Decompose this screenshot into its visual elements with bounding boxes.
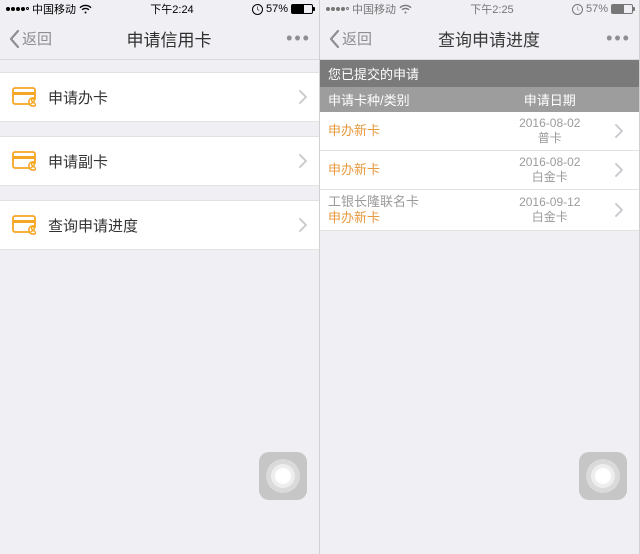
chevron-right-icon [615, 203, 639, 217]
rotation-lock-icon [572, 4, 583, 15]
section-header: 您已提交的申请 [320, 60, 639, 87]
status-bar: 中国移动 下午2:25 57% [320, 0, 639, 18]
back-button[interactable]: 返回 [8, 28, 52, 49]
application-card-class: 白金卡 [485, 170, 615, 185]
application-type: 申办新卡 [328, 123, 485, 139]
status-time: 下午2:24 [150, 1, 193, 17]
screen-apply-card: 中国移动 下午2:24 57% 返回 申请信用卡 ••• [0, 0, 320, 554]
menu-item-query-progress[interactable]: 查询申请进度 [0, 200, 319, 250]
more-button[interactable]: ••• [606, 28, 631, 49]
application-type: 申办新卡 [328, 210, 485, 226]
table-header-type: 申请卡种/类别 [320, 90, 485, 109]
status-right: 57% [572, 3, 633, 15]
back-label: 返回 [342, 28, 372, 49]
application-card-name: 工银长隆联名卡 [328, 194, 485, 210]
back-button[interactable]: 返回 [328, 28, 372, 49]
wifi-icon [399, 4, 412, 14]
application-date: 2016-08-02 [485, 116, 615, 131]
page-title: 申请信用卡 [127, 26, 212, 51]
chevron-right-icon [299, 154, 307, 168]
back-label: 返回 [22, 28, 52, 49]
chevron-left-icon [328, 29, 340, 49]
table-header: 申请卡种/类别 申请日期 [320, 87, 639, 112]
status-bar: 中国移动 下午2:24 57% [0, 0, 319, 18]
chevron-right-icon [615, 124, 639, 138]
application-date: 2016-09-12 [485, 195, 615, 210]
rotation-lock-icon [252, 4, 263, 15]
page-title: 查询申请进度 [438, 26, 540, 51]
status-time: 下午2:25 [470, 1, 513, 17]
application-row[interactable]: 工银长隆联名卡 申办新卡 2016-09-12 白金卡 [320, 190, 639, 231]
menu-item-apply-new-card[interactable]: 申请办卡 [0, 72, 319, 122]
menu-item-label: 申请副卡 [48, 151, 299, 172]
carrier-name: 中国移动 [352, 1, 396, 17]
card-icon [12, 151, 36, 171]
status-left: 中国移动 [6, 1, 92, 17]
nav-bar: 返回 查询申请进度 ••• [320, 18, 639, 60]
battery-percent: 57% [266, 3, 288, 15]
battery-percent: 57% [586, 3, 608, 15]
table-header-date: 申请日期 [485, 90, 615, 109]
wifi-icon [79, 4, 92, 14]
card-icon [12, 87, 36, 107]
assistive-touch-icon[interactable] [259, 452, 307, 500]
chevron-right-icon [299, 90, 307, 104]
application-type: 申办新卡 [328, 162, 485, 178]
application-row[interactable]: 申办新卡 2016-08-02 白金卡 [320, 151, 639, 190]
application-card-class: 普卡 [485, 131, 615, 146]
status-left: 中国移动 [326, 1, 412, 17]
chevron-right-icon [615, 163, 639, 177]
status-right: 57% [252, 3, 313, 15]
content-area: 申请办卡 申请副卡 查询申请进度 [0, 60, 319, 554]
application-date: 2016-08-02 [485, 155, 615, 170]
battery-icon [611, 4, 633, 14]
menu-item-label: 查询申请进度 [48, 215, 299, 236]
screen-query-progress: 中国移动 下午2:25 57% 返回 查询申请进度 ••• 您已提交的申请 申请… [320, 0, 640, 554]
card-icon [12, 215, 36, 235]
content-area: 您已提交的申请 申请卡种/类别 申请日期 申办新卡 2016-08-02 普卡 … [320, 60, 639, 554]
chevron-left-icon [8, 29, 20, 49]
menu-item-label: 申请办卡 [48, 87, 299, 108]
menu-item-apply-supplementary-card[interactable]: 申请副卡 [0, 136, 319, 186]
signal-dots-icon [6, 7, 29, 11]
chevron-right-icon [299, 218, 307, 232]
application-card-class: 白金卡 [485, 210, 615, 225]
more-button[interactable]: ••• [286, 28, 311, 49]
signal-dots-icon [326, 7, 349, 11]
nav-bar: 返回 申请信用卡 ••• [0, 18, 319, 60]
assistive-touch-icon[interactable] [579, 452, 627, 500]
carrier-name: 中国移动 [32, 1, 76, 17]
application-row[interactable]: 申办新卡 2016-08-02 普卡 [320, 112, 639, 151]
battery-icon [291, 4, 313, 14]
